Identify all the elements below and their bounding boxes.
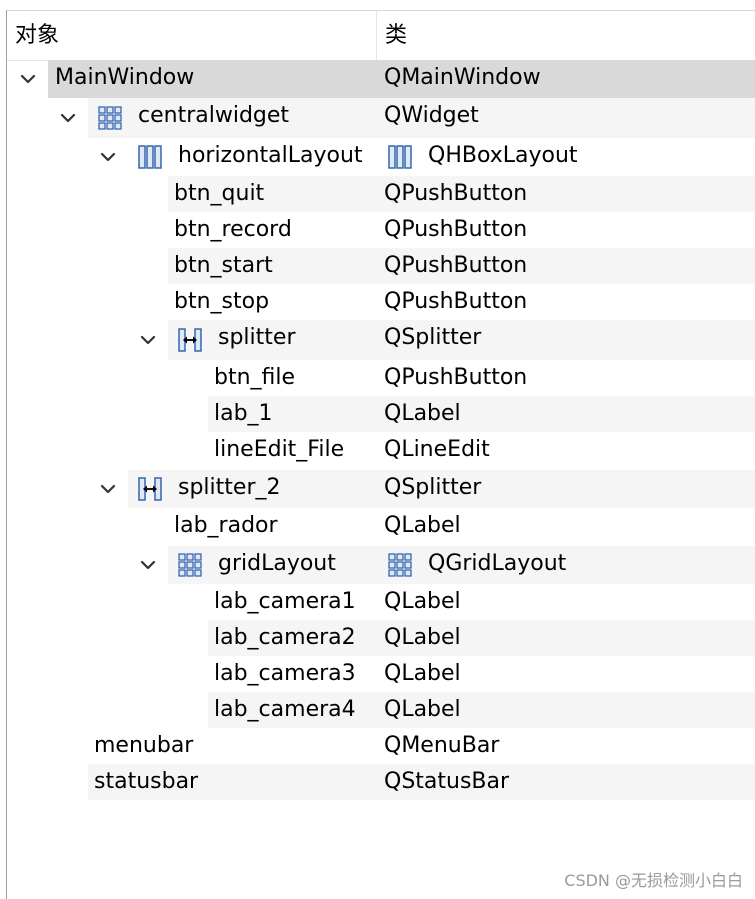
class-name: QPushButton <box>384 289 528 314</box>
object-name: btn_record <box>174 217 292 242</box>
chevron-down-icon[interactable] <box>58 108 78 128</box>
object-name: centralwidget <box>138 103 290 128</box>
object-name: statusbar <box>94 769 199 794</box>
class-name: QPushButton <box>384 253 528 278</box>
object-name: lab_rador <box>174 513 278 538</box>
class-name: QSplitter <box>384 475 482 500</box>
tree-row-lab-camera2[interactable]: lab_camera2 QLabel <box>0 620 755 656</box>
watermark: CSDN @无损检测小白白 <box>564 871 743 890</box>
object-name: lab_camera1 <box>214 589 356 614</box>
tree-row-menubar[interactable]: menubar QMenuBar <box>0 728 755 764</box>
class-name: QGridLayout <box>428 551 567 576</box>
class-name: QLabel <box>384 661 461 686</box>
object-inspector: 对象 类 MainWindow QMainWindow centralwidget… <box>0 0 755 899</box>
object-name: lab_camera3 <box>214 661 356 686</box>
hbox-layout-icon <box>136 143 164 171</box>
header-class-column[interactable]: 类 <box>377 11 755 60</box>
tree-row-btn-quit[interactable]: btn_quit QPushButton <box>0 176 755 212</box>
class-name: QPushButton <box>384 365 528 390</box>
tree-row-splitter[interactable]: splitter QSplitter <box>0 320 755 360</box>
tree-row-mainwindow[interactable]: MainWindow QMainWindow <box>0 60 755 98</box>
row-background <box>208 396 755 432</box>
class-name: QLineEdit <box>384 437 490 462</box>
chevron-down-icon[interactable] <box>18 69 38 89</box>
class-name: QHBoxLayout <box>428 143 578 168</box>
class-name: QLabel <box>384 697 461 722</box>
object-name: lab_1 <box>214 401 273 426</box>
object-name: menubar <box>94 733 194 758</box>
object-name: lab_camera2 <box>214 625 356 650</box>
chevron-down-icon[interactable] <box>138 330 158 350</box>
hbox-layout-icon <box>386 143 414 171</box>
class-name: QPushButton <box>384 181 528 206</box>
object-name: btn_quit <box>174 181 265 206</box>
tree-header: 对象 类 <box>7 11 755 61</box>
grid-layout-icon <box>176 551 204 579</box>
class-name: QSplitter <box>384 325 482 350</box>
class-name: QMenuBar <box>384 733 500 758</box>
object-name: btn_stop <box>174 289 270 314</box>
class-name: QLabel <box>384 401 461 426</box>
tree-row-btn-start[interactable]: btn_start QPushButton <box>0 248 755 284</box>
class-name: QLabel <box>384 625 461 650</box>
class-name: QPushButton <box>384 217 528 242</box>
splitter-icon <box>136 475 164 503</box>
tree-row-btn-file[interactable]: btn_file QPushButton <box>0 360 755 396</box>
object-name: splitter <box>218 325 296 350</box>
left-border <box>6 10 7 899</box>
chevron-down-icon[interactable] <box>98 479 118 499</box>
tree-row-lab-1[interactable]: lab_1 QLabel <box>0 396 755 432</box>
tree-row-lineedit-file[interactable]: lineEdit_File QLineEdit <box>0 432 755 470</box>
object-name: lineEdit_File <box>214 437 345 462</box>
chevron-down-icon[interactable] <box>138 555 158 575</box>
object-name: MainWindow <box>55 65 195 90</box>
grid-layout-icon <box>96 104 124 132</box>
tree-row-statusbar[interactable]: statusbar QStatusBar <box>0 764 755 800</box>
object-name: splitter_2 <box>178 475 281 500</box>
splitter-icon <box>176 326 204 354</box>
tree-row-horizontallayout[interactable]: horizontalLayout QHBoxLayout <box>0 138 755 176</box>
object-name: lab_camera4 <box>214 697 356 722</box>
tree-row-splitter-2[interactable]: splitter_2 QSplitter <box>0 470 755 508</box>
class-name: QLabel <box>384 513 461 538</box>
chevron-down-icon[interactable] <box>98 147 118 167</box>
object-name: horizontalLayout <box>178 143 363 168</box>
tree-row-centralwidget[interactable]: centralwidget QWidget <box>0 98 755 138</box>
object-name: btn_file <box>214 365 296 390</box>
tree-row-lab-camera1[interactable]: lab_camera1 QLabel <box>0 584 755 620</box>
object-name: btn_start <box>174 253 273 278</box>
object-name: gridLayout <box>218 551 336 576</box>
class-name: QStatusBar <box>384 769 510 794</box>
class-name: QMainWindow <box>384 65 541 90</box>
tree-row-lab-rador[interactable]: lab_rador QLabel <box>0 508 755 546</box>
class-name: QWidget <box>384 103 479 128</box>
tree-row-lab-camera3[interactable]: lab_camera3 QLabel <box>0 656 755 692</box>
tree-row-btn-stop[interactable]: btn_stop QPushButton <box>0 284 755 320</box>
tree-row-gridlayout[interactable]: gridLayout QGridLayout <box>0 546 755 584</box>
tree-row-lab-camera4[interactable]: lab_camera4 QLabel <box>0 692 755 728</box>
header-object-column[interactable]: 对象 <box>7 11 377 60</box>
tree-row-btn-record[interactable]: btn_record QPushButton <box>0 212 755 248</box>
grid-layout-icon <box>386 551 414 579</box>
class-name: QLabel <box>384 589 461 614</box>
